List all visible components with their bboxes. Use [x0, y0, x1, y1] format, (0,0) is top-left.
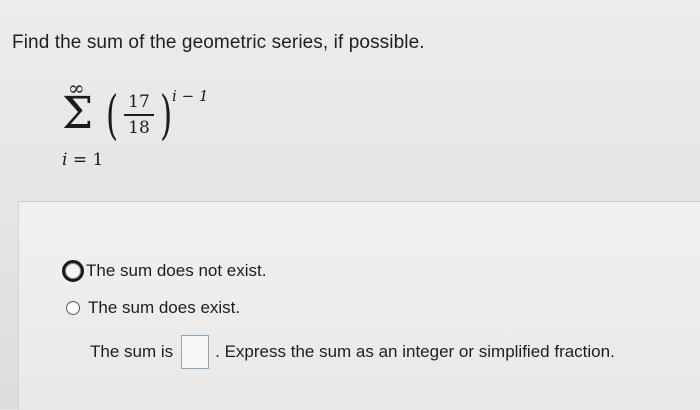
fraction-denominator: 18	[128, 117, 150, 138]
series-exponent: i − 1	[172, 87, 209, 105]
option-sum-exists[interactable]: The sum does exist.	[66, 298, 240, 318]
question-frame: Find the sum of the geometric series, if…	[0, 0, 700, 410]
question-prompt: Find the sum of the geometric series, if…	[12, 32, 425, 53]
fraction-numerator: 17	[128, 92, 150, 112]
series-lower-limit: i = 1	[62, 150, 103, 170]
sum-prefix: The sum is	[90, 342, 174, 361]
series-expression: ∞ Σ ( 17 18 ) i − 1 i = 1	[58, 76, 228, 178]
sum-instruction: . Express the sum as an integer or simpl…	[215, 342, 615, 361]
series-ratio-fraction: 17 18	[122, 94, 156, 137]
summation-symbol: Σ	[62, 88, 94, 139]
radio-unselected-icon[interactable]	[66, 301, 80, 315]
lower-index-value: = 1	[67, 150, 104, 170]
radio-selected-icon[interactable]	[62, 260, 84, 282]
option-label: The sum does exist.	[88, 298, 241, 317]
option-label: The sum does not exist.	[86, 261, 267, 280]
sum-answer-input[interactable]	[181, 335, 210, 369]
right-parenthesis: )	[160, 86, 173, 146]
left-parenthesis: (	[106, 86, 119, 146]
option-sum-not-exist[interactable]: The sum does not exist.	[62, 260, 266, 282]
sum-answer-line: The sum is . Express the sum as an integ…	[90, 335, 615, 369]
